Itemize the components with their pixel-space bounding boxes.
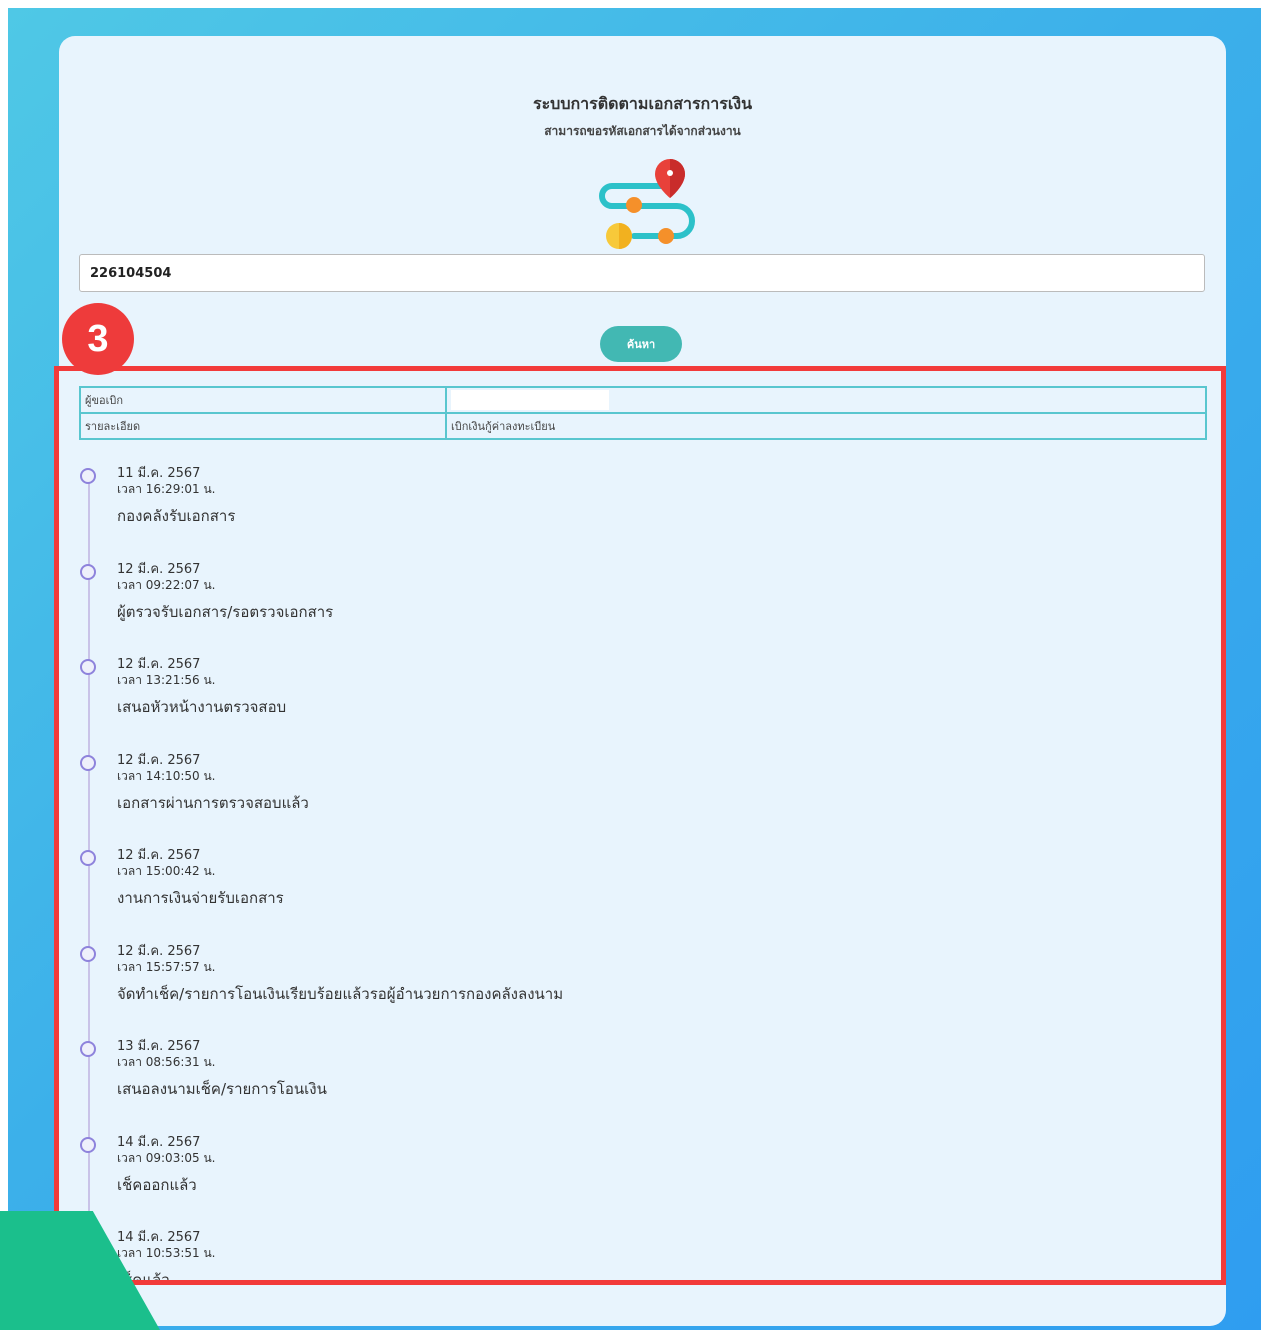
page-title: ระบบการติดตามเอกสารการเงิน [532,94,753,113]
page-subtitle: สามารถขอรหัสเอกสารได้จากส่วนงาน [544,124,741,138]
tracking-route-icon [599,159,695,249]
highlight-frame [54,366,1226,1285]
search-button[interactable]: ค้นหา [600,326,682,362]
step-number-badge: 3 [62,303,134,375]
document-code-input[interactable] [79,254,1205,292]
